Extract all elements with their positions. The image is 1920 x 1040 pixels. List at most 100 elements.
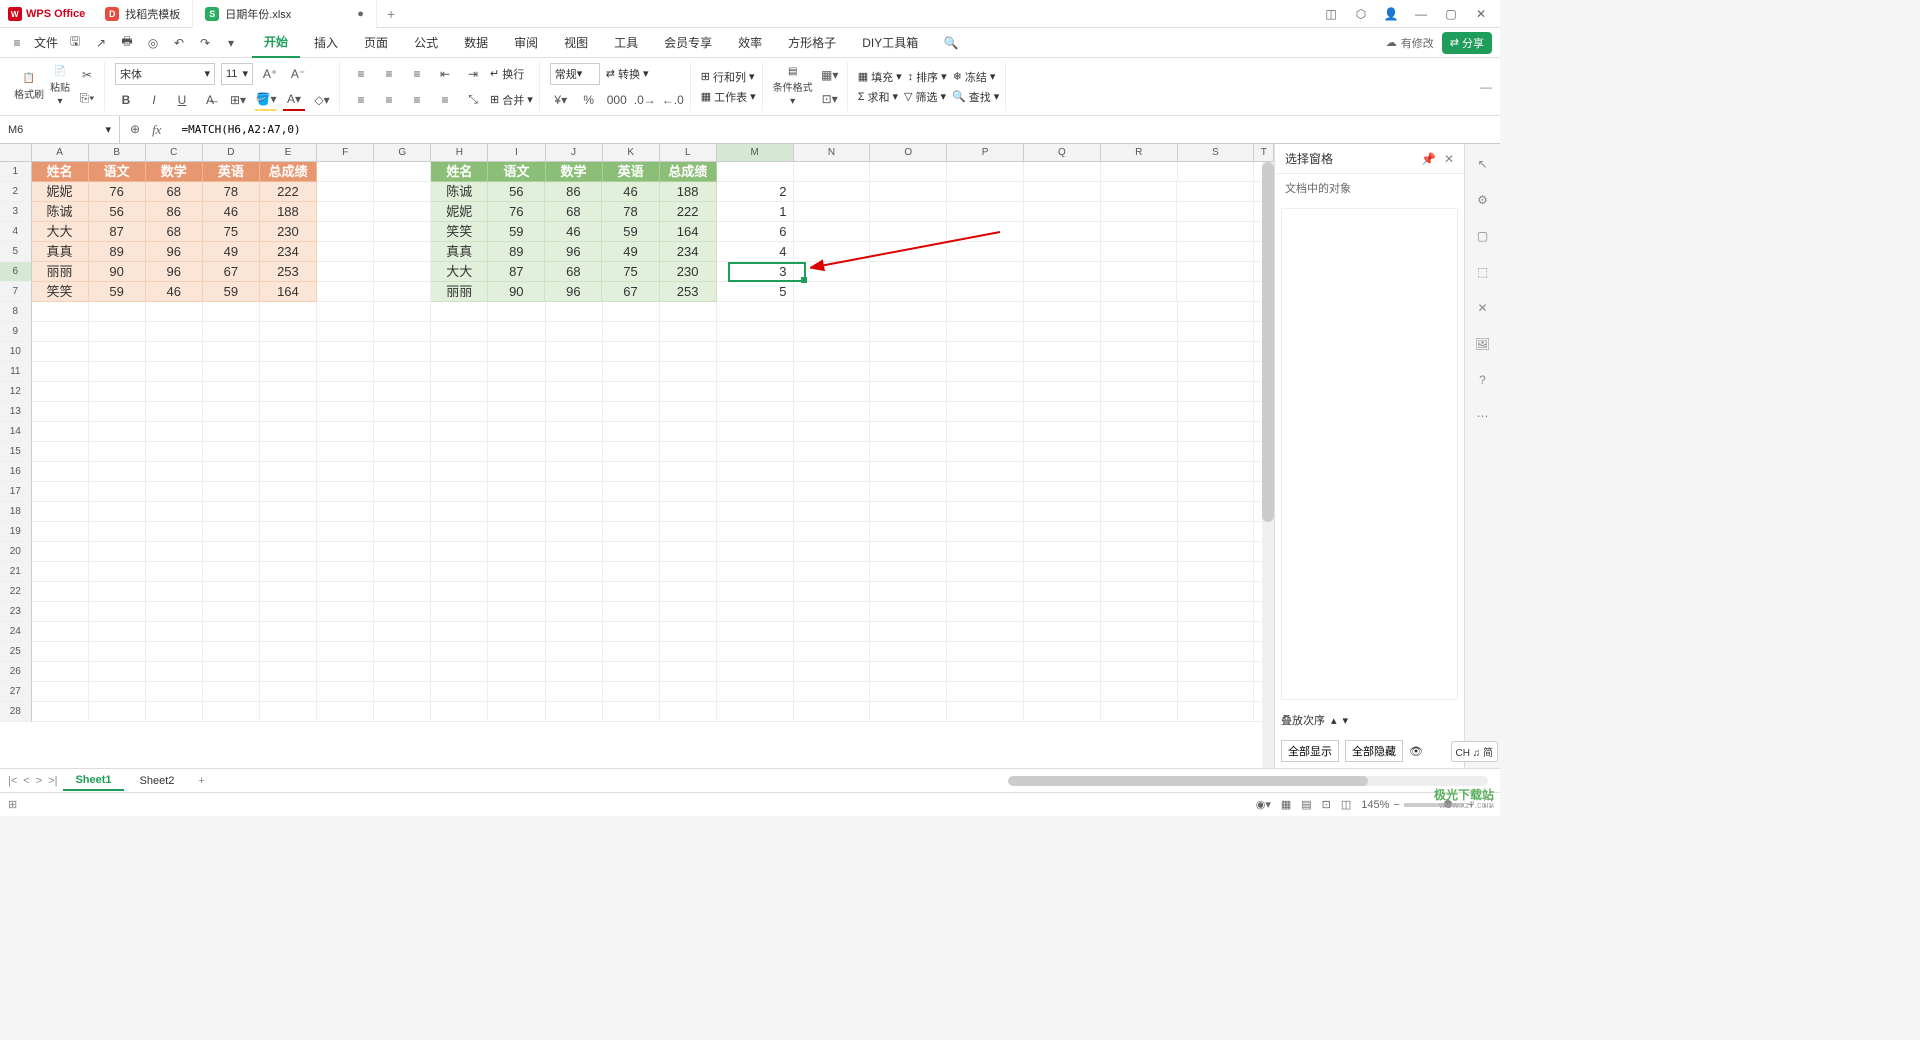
cell[interactable] <box>1101 682 1178 702</box>
cell[interactable] <box>546 502 603 522</box>
settings-icon[interactable]: ⚙ <box>1473 190 1493 210</box>
cell[interactable] <box>32 342 89 362</box>
formula-input[interactable] <box>175 123 1500 136</box>
cell[interactable] <box>146 582 203 602</box>
cell[interactable] <box>870 562 947 582</box>
cell[interactable] <box>203 522 260 542</box>
col-header[interactable]: H <box>431 144 488 161</box>
cell[interactable] <box>32 682 89 702</box>
cell[interactable] <box>794 482 871 502</box>
cell[interactable] <box>203 422 260 442</box>
cell[interactable] <box>203 622 260 642</box>
cell[interactable] <box>717 342 794 362</box>
cell[interactable] <box>374 642 431 662</box>
col-header[interactable]: T <box>1254 144 1274 161</box>
ime-indicator[interactable]: CH ♫ 简 <box>1451 741 1499 762</box>
copy-icon[interactable]: ⎘▾ <box>76 88 98 110</box>
cell[interactable] <box>546 682 603 702</box>
cell[interactable] <box>317 302 374 322</box>
cell[interactable] <box>146 542 203 562</box>
row-header[interactable]: 7 <box>0 282 32 302</box>
cell[interactable] <box>260 562 317 582</box>
cell[interactable]: 230 <box>660 262 717 282</box>
cell[interactable] <box>431 582 488 602</box>
move-up-icon[interactable]: ▴ <box>1331 714 1337 727</box>
cell[interactable] <box>717 302 794 322</box>
orientation-icon[interactable]: ⤡ <box>462 89 484 111</box>
cell[interactable] <box>717 562 794 582</box>
cell[interactable] <box>1101 542 1178 562</box>
cell[interactable]: 90 <box>89 262 146 282</box>
cell[interactable] <box>431 442 488 462</box>
cell[interactable]: 87 <box>89 222 146 242</box>
row-header[interactable]: 16 <box>0 462 32 482</box>
cell[interactable] <box>146 522 203 542</box>
cell[interactable] <box>794 702 871 722</box>
cell[interactable] <box>717 702 794 722</box>
cell[interactable] <box>870 402 947 422</box>
cell[interactable] <box>488 542 545 562</box>
row-header[interactable]: 13 <box>0 402 32 422</box>
cell[interactable] <box>717 422 794 442</box>
col-header[interactable]: B <box>89 144 146 161</box>
cell[interactable] <box>374 182 431 202</box>
cell[interactable] <box>1178 482 1255 502</box>
cell[interactable] <box>546 462 603 482</box>
cell[interactable] <box>32 622 89 642</box>
cell[interactable] <box>546 442 603 462</box>
cell[interactable] <box>32 582 89 602</box>
next-sheet-icon[interactable]: > <box>34 775 44 787</box>
cell[interactable]: 大大 <box>32 222 89 242</box>
view-custom-icon[interactable]: ◫ <box>1341 798 1351 811</box>
row-header[interactable]: 20 <box>0 542 32 562</box>
cell[interactable] <box>1101 302 1178 322</box>
cell[interactable] <box>660 442 717 462</box>
cell[interactable]: 6 <box>717 222 794 242</box>
cell[interactable] <box>870 542 947 562</box>
cell[interactable] <box>317 402 374 422</box>
cell[interactable] <box>717 382 794 402</box>
cell[interactable] <box>603 402 660 422</box>
cell[interactable] <box>488 362 545 382</box>
cell[interactable] <box>717 582 794 602</box>
row-header[interactable]: 27 <box>0 682 32 702</box>
cell[interactable] <box>717 542 794 562</box>
cell[interactable] <box>1024 202 1101 222</box>
cell[interactable] <box>317 322 374 342</box>
cell[interactable] <box>1178 422 1255 442</box>
cell[interactable] <box>32 462 89 482</box>
cell[interactable] <box>660 522 717 542</box>
cell[interactable] <box>260 442 317 462</box>
cell[interactable] <box>603 342 660 362</box>
cell[interactable] <box>870 322 947 342</box>
cell[interactable] <box>1024 422 1101 442</box>
cell[interactable] <box>203 322 260 342</box>
cell[interactable] <box>794 182 871 202</box>
cell[interactable]: 87 <box>488 262 545 282</box>
cell[interactable] <box>374 442 431 462</box>
cell[interactable] <box>488 582 545 602</box>
cell[interactable] <box>431 402 488 422</box>
comma-icon[interactable]: 000 <box>606 89 628 111</box>
filter-button[interactable]: ▽筛选▾ <box>904 89 946 105</box>
align-bot-icon[interactable]: ≡ <box>406 63 428 85</box>
cell[interactable] <box>870 482 947 502</box>
cell[interactable] <box>203 542 260 562</box>
cell[interactable] <box>374 362 431 382</box>
cell[interactable] <box>488 342 545 362</box>
cell[interactable]: 59 <box>203 282 260 302</box>
cell[interactable] <box>32 322 89 342</box>
print-icon[interactable]: 🖶 <box>118 34 136 52</box>
cell[interactable] <box>89 522 146 542</box>
row-header[interactable]: 26 <box>0 662 32 682</box>
cell[interactable] <box>146 602 203 622</box>
sheet-grid[interactable]: A B C D E F G H I J K L M N O P Q R S T … <box>0 144 1274 768</box>
font-color-icon[interactable]: A▾ <box>283 89 305 111</box>
cell[interactable] <box>870 162 947 182</box>
cell[interactable] <box>488 402 545 422</box>
cell[interactable] <box>203 662 260 682</box>
cell[interactable] <box>146 462 203 482</box>
cell[interactable] <box>146 422 203 442</box>
cell[interactable]: 253 <box>660 282 717 302</box>
preview-icon[interactable]: ◎ <box>144 34 162 52</box>
